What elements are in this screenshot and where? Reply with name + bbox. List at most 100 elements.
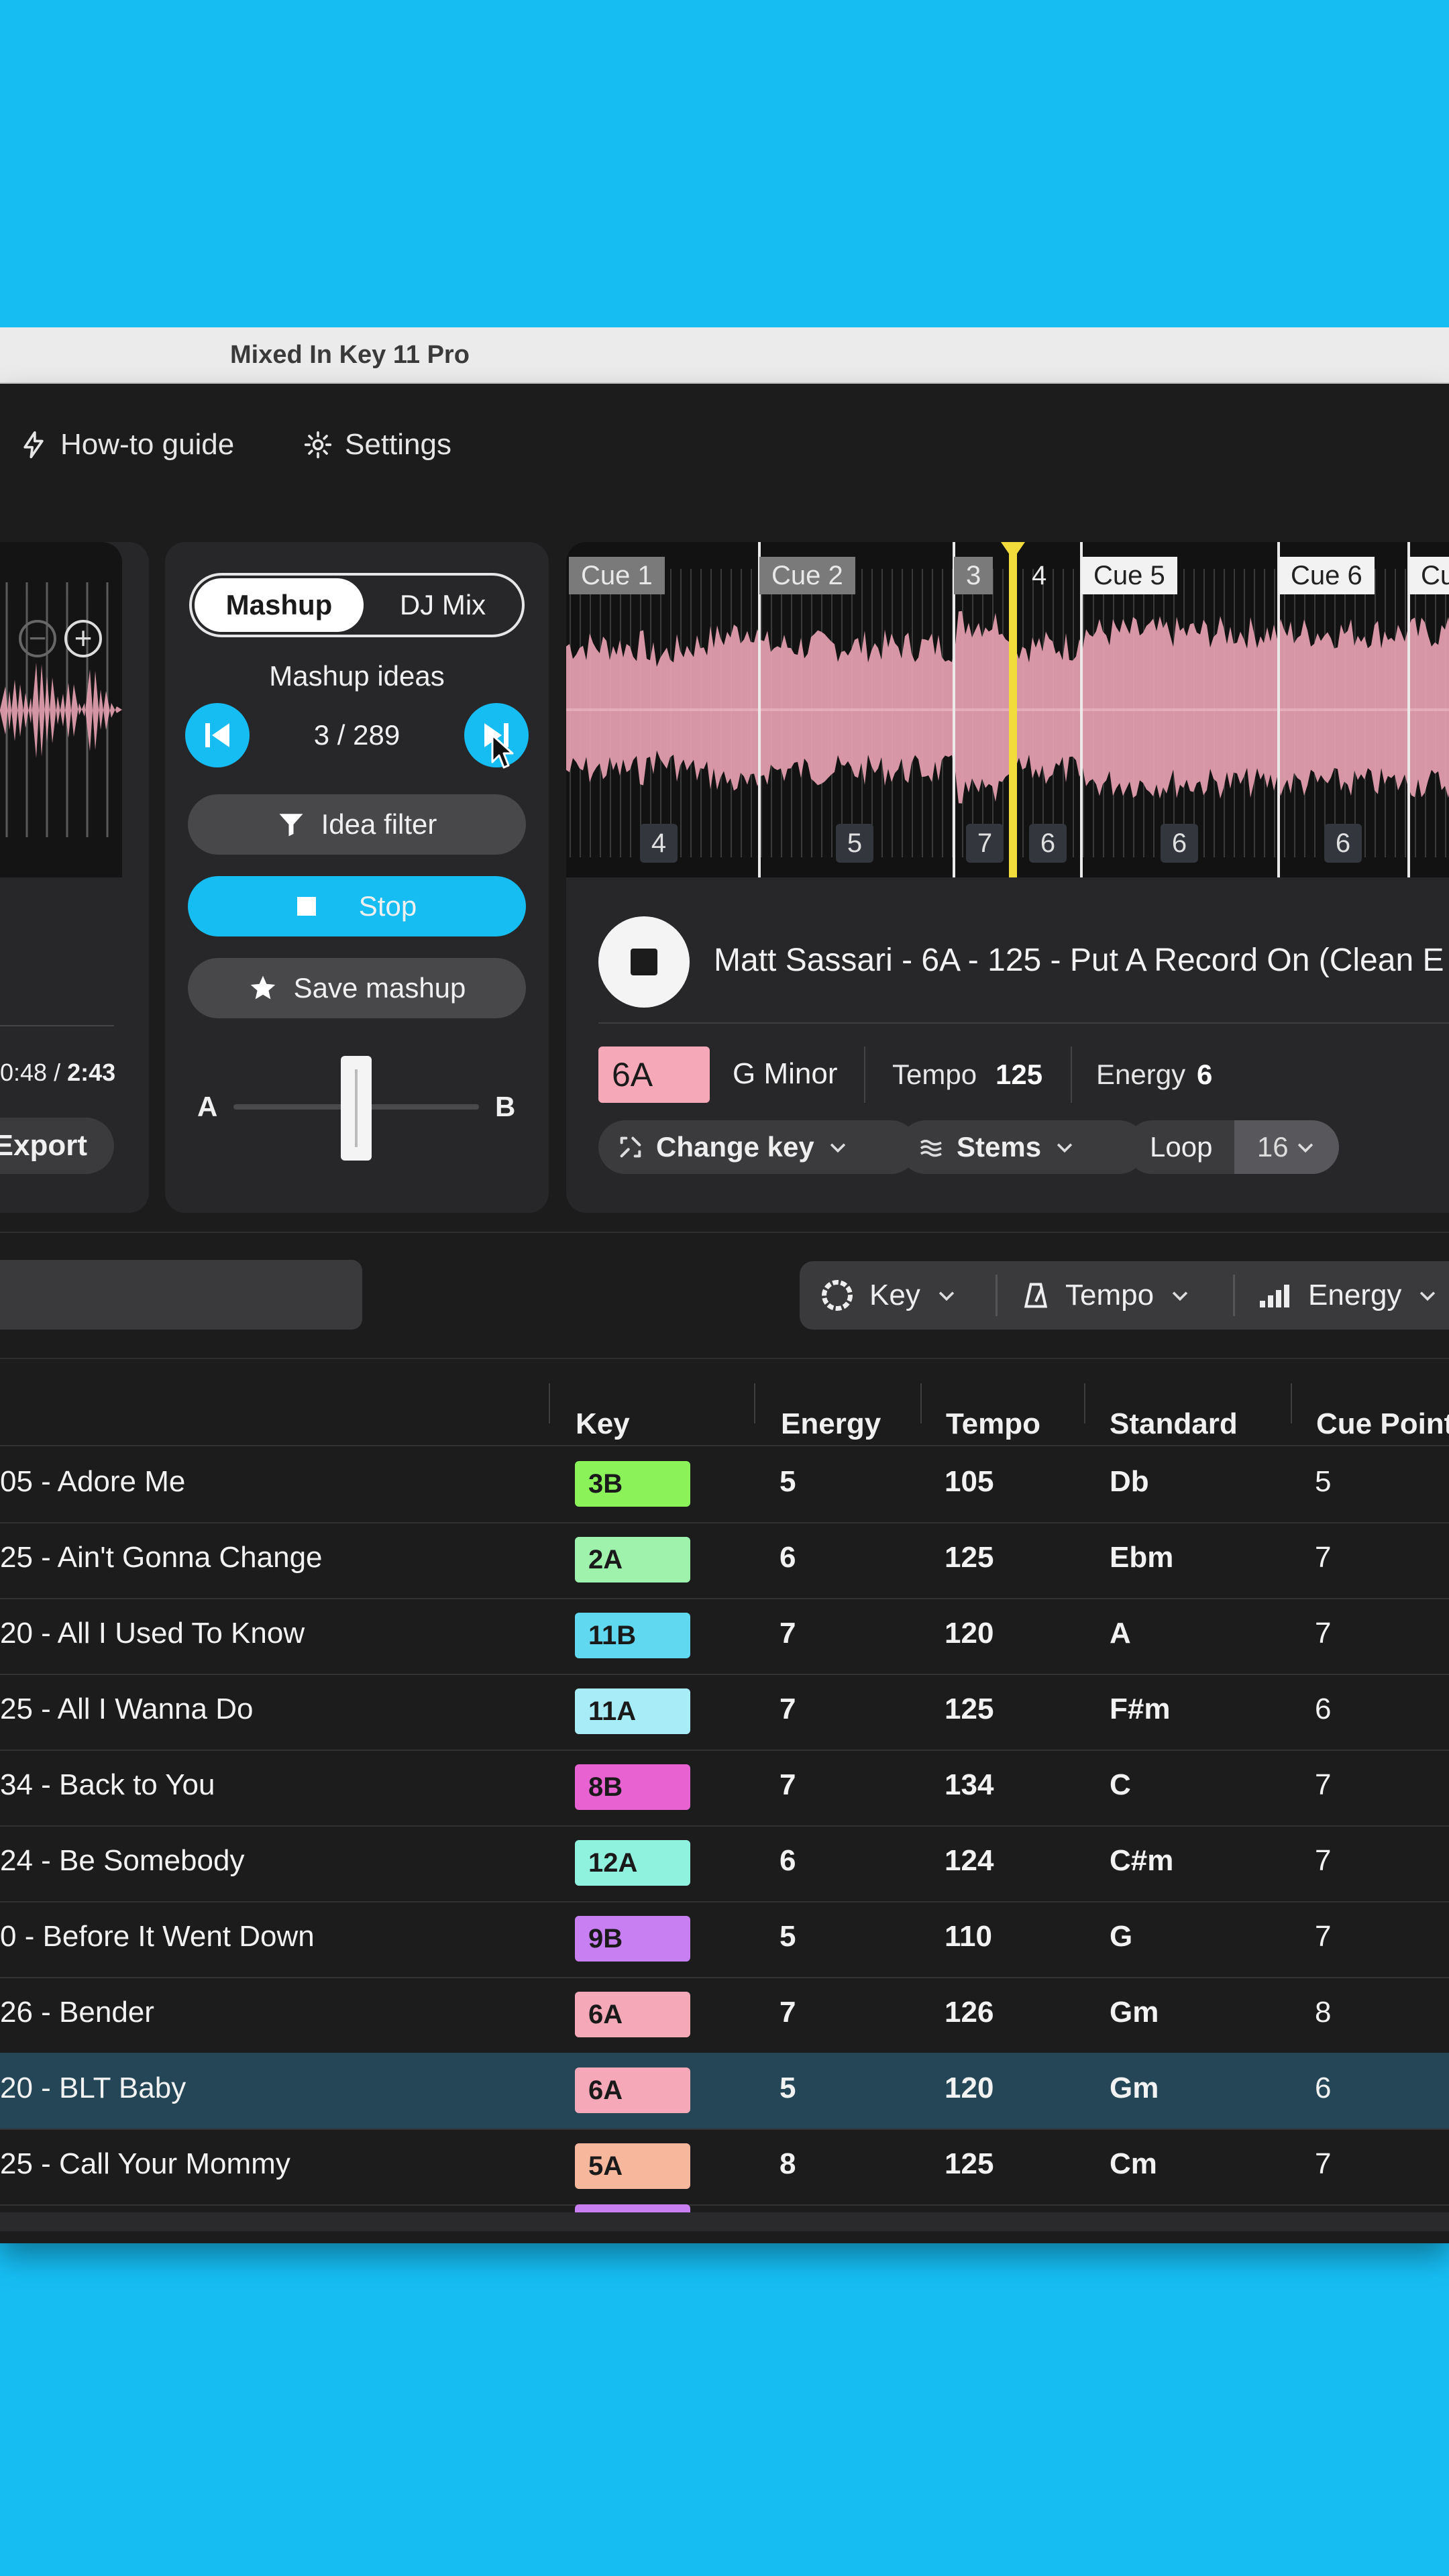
standard-key-cell: C#m	[1110, 1844, 1174, 1877]
deck-separator	[1071, 1046, 1072, 1103]
gear-icon	[304, 431, 332, 459]
cue-3-label[interactable]: 3	[954, 557, 994, 594]
cue-7-label[interactable]: Cu	[1409, 557, 1449, 594]
track-title-cell: 26 - Bender	[0, 1996, 154, 2029]
tab-mashup[interactable]: Mashup	[195, 578, 364, 632]
table-row[interactable]: 34 - Back to You 8B 7 134 C 7	[0, 1750, 1449, 1827]
column-header-standard[interactable]: Standard	[1110, 1407, 1238, 1441]
stems-label: Stems	[957, 1131, 1042, 1163]
track-title-cell: 0 - Before It Went Down	[0, 1920, 315, 1953]
table-row[interactable]: 05 - Adore Me 3B 5 105 Db 5	[0, 1446, 1449, 1523]
column-header-key[interactable]: Key	[576, 1407, 630, 1441]
key-badge: 11B	[575, 1613, 690, 1658]
playhead[interactable]	[1009, 542, 1017, 877]
cue-point-cell: 5	[1315, 1465, 1332, 1498]
tempo-cell: 126	[945, 1996, 994, 2029]
tempo-cell: 134	[945, 1768, 994, 1801]
table-row[interactable]: 20 - BLT Baby 6A 5 120 Gm 6	[0, 2053, 1449, 2130]
energy-filter-dropdown[interactable]: Energy	[1258, 1261, 1439, 1330]
table-row[interactable]: 0 - Before It Went Down 9B 5 110 G 7	[0, 1901, 1449, 1978]
change-key-icon	[620, 1136, 641, 1158]
cue-4-label[interactable]: 4	[1020, 557, 1059, 594]
energy-cell: 7	[780, 1996, 796, 2029]
idea-filter-label: Idea filter	[321, 808, 437, 840]
deck-stop-button[interactable]	[598, 916, 690, 1008]
loop-length-dropdown[interactable]: 16	[1234, 1120, 1339, 1174]
table-row[interactable]: 25 - Call Your Mommy 5A 8 125 Cm 7	[0, 2129, 1449, 2206]
column-separator	[1084, 1383, 1085, 1424]
tab-mashup-label: Mashup	[225, 589, 333, 621]
cue-1-label[interactable]: Cue 1	[569, 557, 665, 594]
key-filter-dropdown[interactable]: Key	[820, 1261, 958, 1330]
track-title-cell: 20 - All I Used To Know	[0, 1617, 305, 1650]
mouse-cursor-icon	[491, 734, 514, 769]
beat-number: 5	[836, 824, 873, 863]
energy-value: 6	[1197, 1059, 1213, 1090]
metronome-icon	[1024, 1283, 1048, 1308]
cue-5-label[interactable]: Cue 5	[1081, 557, 1177, 594]
beat-number: 6	[1029, 824, 1067, 863]
left-deck-waveform[interactable]: − +	[0, 542, 122, 877]
standard-key-cell: C	[1110, 1768, 1131, 1801]
key-badge: 11A	[575, 1688, 690, 1734]
horizontal-scrollbar[interactable]	[0, 2212, 1449, 2231]
crossfader-handle-grip	[355, 1069, 358, 1147]
zoom-in-icon[interactable]: +	[64, 620, 102, 657]
chevron-down-icon	[1172, 1291, 1188, 1301]
cue-2-label[interactable]: Cue 2	[759, 557, 855, 594]
tempo-filter-label: Tempo	[1065, 1279, 1155, 1311]
tempo-value: 125	[996, 1059, 1043, 1090]
search-input[interactable]	[0, 1260, 362, 1330]
standard-key-cell: F#m	[1110, 1693, 1171, 1725]
tempo-filter-dropdown[interactable]: Tempo	[1021, 1261, 1191, 1330]
table-row[interactable]: 26 - Bender 6A 7 126 Gm 8	[0, 1977, 1449, 2054]
energy-cell: 7	[780, 1617, 796, 1650]
chevron-down-icon	[1057, 1143, 1073, 1153]
settings-label: Settings	[345, 428, 451, 461]
title-bar: Mixed In Key 11 Pro	[0, 327, 1449, 384]
crossfader-handle[interactable]	[341, 1056, 372, 1161]
tempo-cell: 125	[945, 2147, 994, 2180]
tab-djmix[interactable]: DJ Mix	[364, 578, 522, 632]
standard-key-cell: Db	[1110, 1465, 1149, 1498]
export-button[interactable]: Export	[0, 1118, 114, 1174]
standard-key-cell: Ebm	[1110, 1541, 1174, 1574]
cue-6-label[interactable]: Cue 6	[1279, 557, 1375, 594]
cue-point-cell: 6	[1315, 2072, 1332, 2104]
loop-control[interactable]: Loop 16	[1126, 1120, 1339, 1174]
track-title-cell: 20 - BLT Baby	[0, 2072, 186, 2104]
track-title-cell: 25 - Call Your Mommy	[0, 2147, 290, 2180]
deck-key-badge: 6A	[598, 1046, 710, 1103]
stop-button[interactable]: Stop	[188, 876, 526, 936]
key-badge-partial	[575, 2204, 690, 2212]
table-row[interactable]: 25 - Ain't Gonna Change 2A 6 125 Ebm 7	[0, 1522, 1449, 1599]
energy-label: Energy	[1096, 1059, 1186, 1090]
energy-cell: 8	[780, 2147, 796, 2180]
time-separator: /	[47, 1059, 68, 1086]
idea-filter-button[interactable]: Idea filter	[188, 794, 526, 855]
zoom-out-icon[interactable]: −	[19, 620, 56, 657]
time-elapsed: 0:48	[0, 1059, 48, 1086]
column-separator	[920, 1383, 922, 1424]
crossfader-a-label: A	[197, 1091, 218, 1122]
stems-dropdown[interactable]: Stems	[899, 1120, 1146, 1174]
table-row[interactable]: 20 - All I Used To Know 11B 7 120 A 7	[0, 1598, 1449, 1675]
save-mashup-button[interactable]: Save mashup	[188, 958, 526, 1018]
howto-guide-link[interactable]: How-to guide	[19, 428, 234, 462]
column-header-energy[interactable]: Energy	[781, 1407, 881, 1441]
table-row[interactable]: 24 - Be Somebody 12A 6 124 C#m 7	[0, 1825, 1449, 1902]
energy-cell: 7	[780, 1693, 796, 1725]
key-badge: 6A	[575, 2068, 690, 2113]
playhead-marker-icon	[1001, 542, 1025, 559]
beat-number: 7	[966, 824, 1004, 863]
left-waveform-graphic	[0, 582, 122, 837]
column-header-tempo[interactable]: Tempo	[946, 1407, 1040, 1441]
change-key-dropdown[interactable]: Change key	[598, 1120, 918, 1174]
column-separator	[754, 1383, 755, 1424]
settings-link[interactable]: Settings	[303, 428, 451, 462]
table-row[interactable]: 25 - All I Wanna Do 11A 7 125 F#m 6	[0, 1674, 1449, 1751]
key-badge: 8B	[575, 1764, 690, 1810]
column-header-cue-point[interactable]: Cue Point	[1316, 1407, 1449, 1441]
right-deck-waveform[interactable]: Cue 1 Cue 2 3 4 Cue 5 Cue 6 Cu 4 5 7 6 6…	[566, 542, 1449, 877]
section-divider	[0, 1232, 1449, 1233]
